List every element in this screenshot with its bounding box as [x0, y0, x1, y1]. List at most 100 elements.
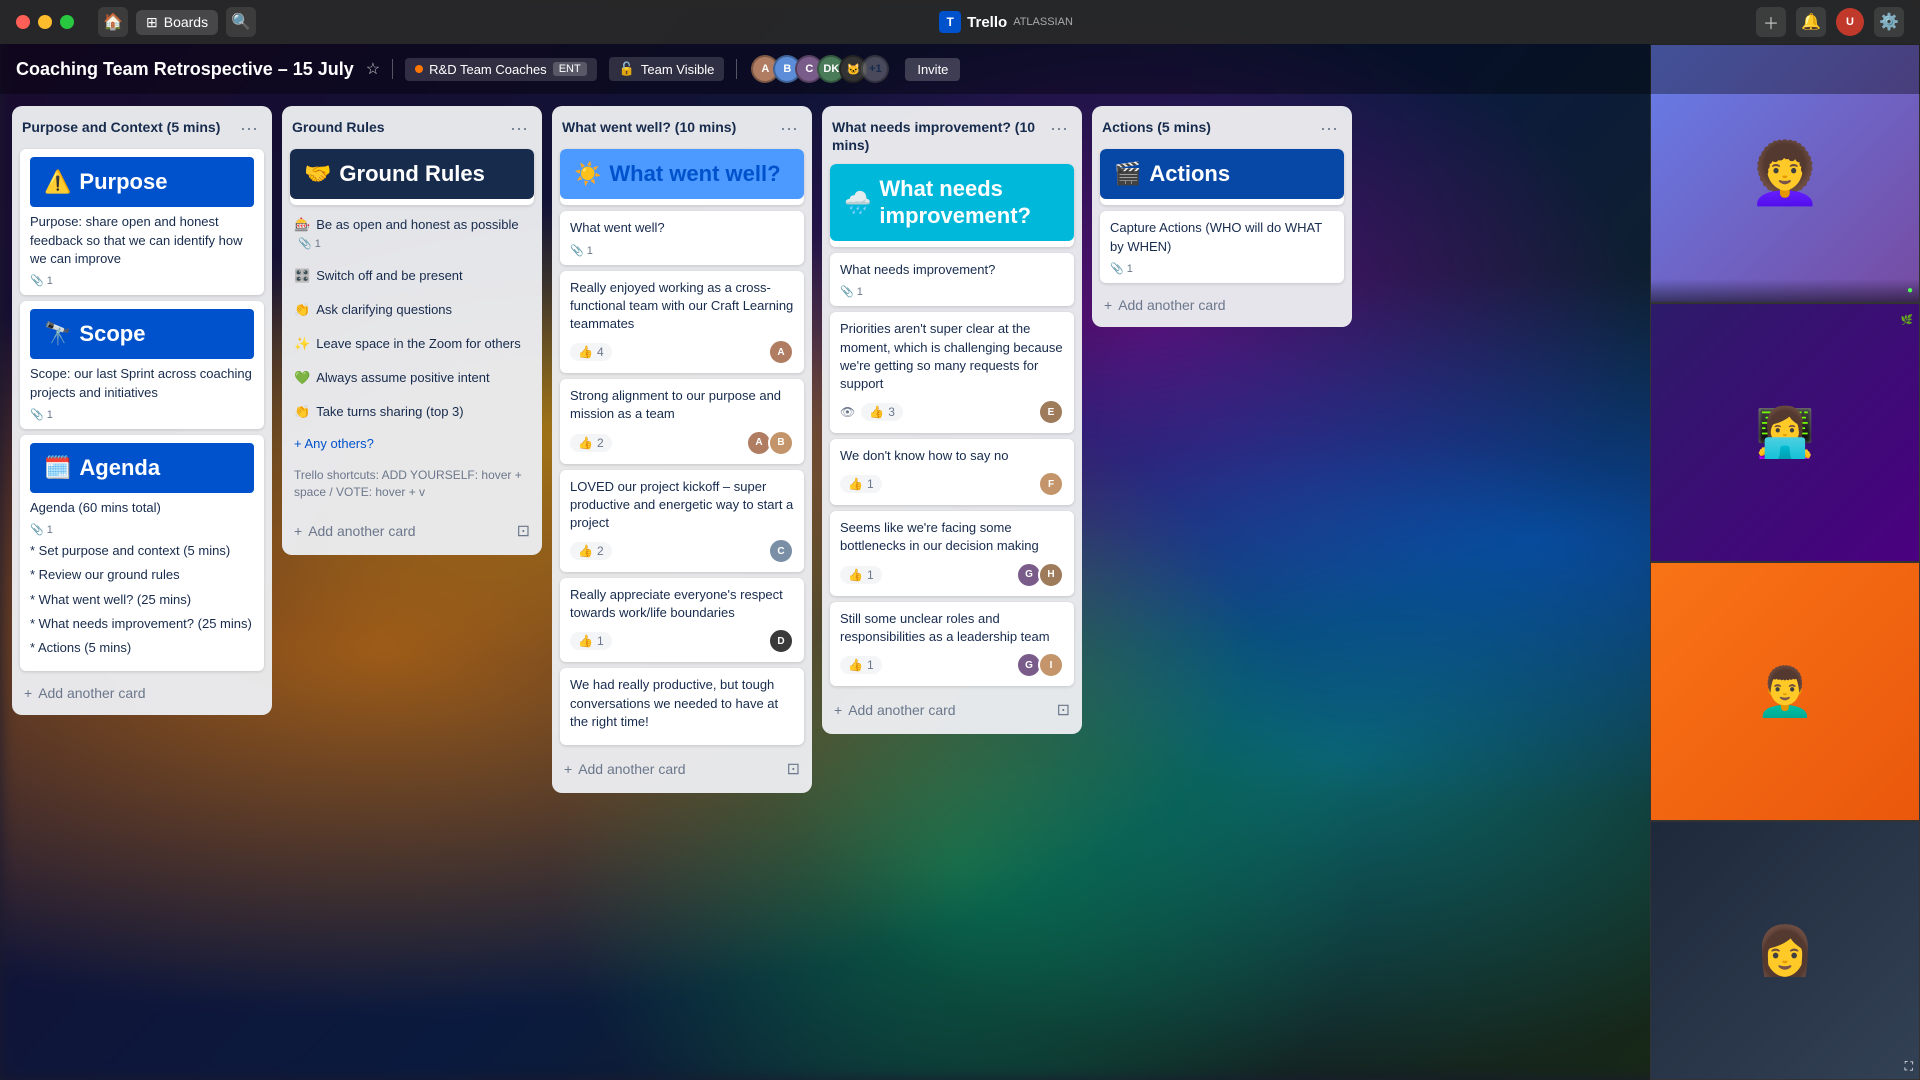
video-person-4: 👩 [1651, 822, 1919, 1079]
agenda-title: Agenda [79, 455, 160, 481]
agenda-body: Agenda (60 mins total) [30, 499, 254, 517]
purpose-emoji: ⚠️ [44, 169, 71, 195]
card-needs-improvement-banner[interactable]: 🌧️ What needs improvement? [830, 164, 1074, 247]
card-ni-header[interactable]: What needs improvement? 📎 1 [830, 253, 1074, 306]
search-icon[interactable]: 🔍 [226, 7, 256, 37]
gr-item-4[interactable]: ✨ Leave space in the Zoom for others [290, 330, 534, 358]
workspace-tag[interactable]: R&D Team Coaches ENT [405, 58, 597, 81]
column-menu-purpose[interactable]: ··· [236, 118, 262, 139]
ww-1-like[interactable]: 👍 4 [570, 343, 612, 361]
card-went-well-banner[interactable]: ☀️ What went well? [560, 149, 804, 205]
ww-1-footer: 👍 4 A [570, 339, 794, 365]
user-avatar[interactable]: U [1836, 8, 1864, 36]
card-purpose[interactable]: ⚠️ Purpose Purpose: share open and hones… [20, 149, 264, 295]
add-card-purpose[interactable]: + Add another card [20, 679, 264, 707]
add-card-gr[interactable]: + Add another card ⊡ [290, 515, 534, 547]
card-ww-1[interactable]: Really enjoyed working as a cross-functi… [560, 271, 804, 374]
card-ground-rules-banner[interactable]: 🤝 Ground Rules [290, 149, 534, 205]
card-ni-4[interactable]: Still some unclear roles and responsibil… [830, 602, 1074, 686]
add-card-actions[interactable]: + Add another card [1100, 291, 1344, 319]
visibility-tag[interactable]: 🔓 Team Visible [609, 57, 725, 81]
card-ni-1[interactable]: Priorities aren't super clear at the mom… [830, 312, 1074, 433]
trello-label: Trello [967, 14, 1007, 31]
gr-text-6: 👏 Take turns sharing (top 3) [294, 404, 530, 420]
ni-4-avatar-2: I [1038, 652, 1064, 678]
ni-4-count: 1 [867, 658, 874, 672]
add-icon-gr: + [294, 523, 302, 539]
ni-1-like[interactable]: 👍 3 [861, 403, 903, 421]
add-button[interactable]: ＋ [1756, 7, 1786, 37]
boards-button[interactable]: ⊞ Boards [136, 10, 218, 35]
ww-2-text: Strong alignment to our purpose and miss… [570, 387, 794, 423]
minimize-button[interactable] [38, 15, 52, 29]
home-icon[interactable]: 🏠 [98, 7, 128, 37]
settings-icon[interactable]: ⚙️ [1874, 7, 1904, 37]
ni-4-footer: 👍 1 G I [840, 652, 1064, 678]
column-title-ni: What needs improvement? (10 mins) [832, 118, 1046, 154]
agenda-emoji: 🗓️ [44, 455, 71, 481]
titlebar-center: T Trello ATLASSIAN [268, 11, 1744, 33]
add-label-purpose: Add another card [38, 685, 145, 701]
ni-4-like[interactable]: 👍 1 [840, 656, 882, 674]
card-banner-ni: 🌧️ What needs improvement? [830, 164, 1074, 241]
card-scope[interactable]: 🔭 Scope Scope: our last Sprint across co… [20, 301, 264, 429]
ww-4-text: Really appreciate everyone's respect tow… [570, 586, 794, 622]
agenda-item-4: * What needs improvement? (25 mins) [30, 615, 254, 633]
card-ni-2[interactable]: We don't know how to say no 👍 1 F [830, 439, 1074, 505]
star-button[interactable]: ☆ [366, 59, 380, 79]
gr-item-5[interactable]: 💚 Always assume positive intent [290, 364, 534, 392]
add-card-ni[interactable]: + Add another card ⊡ [830, 694, 1074, 726]
template-icon-gr[interactable]: ⊡ [517, 521, 530, 541]
card-ww-4[interactable]: Really appreciate everyone's respect tow… [560, 578, 804, 662]
purpose-body: Purpose: share open and honest feedback … [30, 213, 254, 268]
ni-3-like[interactable]: 👍 1 [840, 566, 882, 584]
column-menu-ni[interactable]: ··· [1046, 118, 1072, 139]
ww-3-text: LOVED our project kickoff – super produc… [570, 478, 794, 533]
column-needs-improvement: What needs improvement? (10 mins) ··· 🌧️… [822, 106, 1082, 734]
card-ww-3[interactable]: LOVED our project kickoff – super produc… [560, 470, 804, 573]
gr-emoji-5: 💚 [294, 370, 310, 386]
card-agenda[interactable]: 🗓️ Agenda Agenda (60 mins total) 📎 1 * S… [20, 435, 264, 672]
gr-item-1[interactable]: 🎰 Be as open and honest as possible 📎 1 [290, 211, 534, 256]
card-actions-banner[interactable]: 🎬 Actions [1100, 149, 1344, 205]
workspace-label: R&D Team Coaches [429, 62, 547, 77]
video-person-2: 👩‍💻 [1651, 304, 1919, 561]
card-ww-2[interactable]: Strong alignment to our purpose and miss… [560, 379, 804, 463]
any-others-button[interactable]: + Any others? [290, 432, 534, 455]
column-menu-gr[interactable]: ··· [506, 118, 532, 139]
avatar-plus: +1 [861, 55, 889, 83]
gr-item-2[interactable]: 🎛️ Switch off and be present [290, 262, 534, 290]
ww-2-like[interactable]: 👍 2 [570, 434, 612, 452]
add-label-gr: Add another card [308, 523, 415, 539]
video-cell-2: 👩‍💻 🌿 [1650, 303, 1920, 562]
card-ww-5[interactable]: We had really productive, but tough conv… [560, 668, 804, 745]
gr-item-6[interactable]: 👏 Take turns sharing (top 3) [290, 398, 534, 426]
ww-header-text: What went well? [570, 219, 794, 237]
ni-2-like[interactable]: 👍 1 [840, 475, 882, 493]
notification-bell[interactable]: 🔔 [1796, 7, 1826, 37]
ni-2-count: 1 [867, 477, 874, 491]
add-icon-actions: + [1104, 297, 1112, 313]
add-card-ww[interactable]: + Add another card ⊡ [560, 753, 804, 785]
close-button[interactable] [16, 15, 30, 29]
ww-1-avatars: A [772, 339, 794, 365]
column-title-ww: What went well? (10 mins) [562, 118, 736, 136]
card-actions-1[interactable]: Capture Actions (WHO will do WHAT by WHE… [1100, 211, 1344, 282]
card-ww-header[interactable]: What went well? 📎 1 [560, 211, 804, 264]
column-title-gr: Ground Rules [292, 118, 385, 136]
ww-2-footer: 👍 2 A B [570, 430, 794, 456]
maximize-button[interactable] [60, 15, 74, 29]
column-menu-ww[interactable]: ··· [776, 118, 802, 139]
card-ni-3[interactable]: Seems like we're facing some bottlenecks… [830, 511, 1074, 595]
ww-4-like[interactable]: 👍 1 [570, 632, 612, 650]
template-icon-ni[interactable]: ⊡ [1057, 700, 1070, 720]
ni-3-footer: 👍 1 G H [840, 562, 1064, 588]
trello-logo: T Trello ATLASSIAN [939, 11, 1073, 33]
invite-button[interactable]: Invite [905, 58, 960, 81]
ww-3-like[interactable]: 👍 2 [570, 542, 612, 560]
template-icon-ww[interactable]: ⊡ [787, 759, 800, 779]
ni-2-avatars: F [1042, 471, 1064, 497]
gr-item-3[interactable]: 👏 Ask clarifying questions [290, 296, 534, 324]
column-menu-actions[interactable]: ··· [1316, 118, 1342, 139]
video-expand-4[interactable]: ⛶ [1905, 1057, 1913, 1075]
